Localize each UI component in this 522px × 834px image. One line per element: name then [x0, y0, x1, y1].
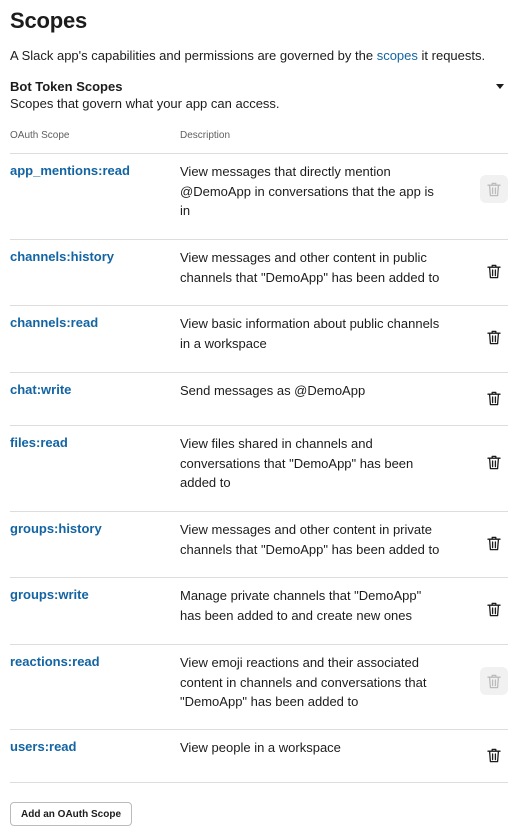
table-header: OAuth Scope Description: [10, 129, 508, 143]
trash-icon[interactable]: [480, 595, 508, 623]
bot-token-scopes-header: Bot Token Scopes Scopes that govern what…: [10, 78, 508, 112]
add-oauth-scope-button[interactable]: Add an OAuth Scope: [10, 802, 132, 826]
scope-description: View messages and other content in priva…: [180, 522, 440, 557]
intro-text-start: A Slack app's capabilities and permissio…: [10, 48, 377, 63]
page-title: Scopes: [10, 8, 88, 33]
scopes-link[interactable]: scopes: [377, 48, 418, 63]
scope-row: channels:read View basic information abou…: [10, 306, 508, 373]
scope-row: channels:history View messages and other …: [10, 240, 508, 306]
trash-icon: [480, 175, 508, 203]
scope-description: Manage private channels that "DemoApp" h…: [180, 588, 422, 623]
intro-text: A Slack app's capabilities and permissio…: [10, 48, 508, 64]
scope-name-link[interactable]: groups:write: [10, 578, 180, 644]
scope-name-link[interactable]: reactions:read: [10, 645, 180, 729]
scope-name-link[interactable]: users:read: [10, 730, 180, 782]
section-heading: Bot Token Scopes Scopes that govern what…: [10, 78, 280, 112]
trash-icon[interactable]: [480, 323, 508, 351]
section-title: Bot Token Scopes: [10, 79, 123, 94]
scope-row: reactions:read View emoji reactions and t…: [10, 645, 508, 730]
scope-name-link[interactable]: files:read: [10, 426, 180, 511]
scope-description: View files shared in channels and conver…: [180, 436, 414, 490]
column-header-scope: OAuth Scope: [10, 130, 70, 141]
scope-row: app_mentions:read View messages that dire…: [10, 154, 508, 240]
scope-description: View messages and other content in publi…: [180, 250, 440, 285]
scope-name-link[interactable]: chat:write: [10, 373, 180, 425]
scope-description: Send messages as @DemoApp: [180, 383, 366, 398]
section-subtitle: Scopes that govern what your app can acc…: [10, 96, 280, 111]
trash-icon[interactable]: [480, 741, 508, 769]
scope-row: chat:write Send messages as @DemoApp: [10, 373, 508, 426]
trash-icon[interactable]: [480, 257, 508, 285]
scopes-table: app_mentions:read View messages that dire…: [10, 153, 508, 783]
scope-name-link[interactable]: channels:history: [10, 240, 180, 305]
scope-description: View basic information about public chan…: [180, 316, 440, 351]
scope-row: groups:write Manage private channels that…: [10, 578, 508, 645]
scope-description: View people in a workspace: [180, 740, 341, 755]
trash-icon[interactable]: [480, 529, 508, 557]
scope-name-link[interactable]: groups:history: [10, 512, 180, 577]
scope-row: groups:history View messages and other co…: [10, 512, 508, 578]
scope-name-link[interactable]: channels:read: [10, 306, 180, 372]
trash-icon[interactable]: [480, 384, 508, 412]
scope-description: View emoji reactions and their associate…: [180, 655, 427, 709]
trash-icon: [480, 667, 508, 695]
column-header-description: Description: [180, 130, 231, 141]
scope-row: users:read View people in a workspace: [10, 730, 508, 783]
scope-row: files:read View files shared in channels …: [10, 426, 508, 512]
scope-description: View messages that directly mention @Dem…: [180, 164, 434, 218]
caret-down-icon[interactable]: [496, 84, 504, 89]
scope-name-link[interactable]: app_mentions:read: [10, 154, 180, 239]
trash-icon[interactable]: [480, 448, 508, 476]
scopes-page: Scopes A Slack app's capabilities and pe…: [0, 0, 522, 834]
intro-text-end: it requests.: [417, 48, 486, 63]
